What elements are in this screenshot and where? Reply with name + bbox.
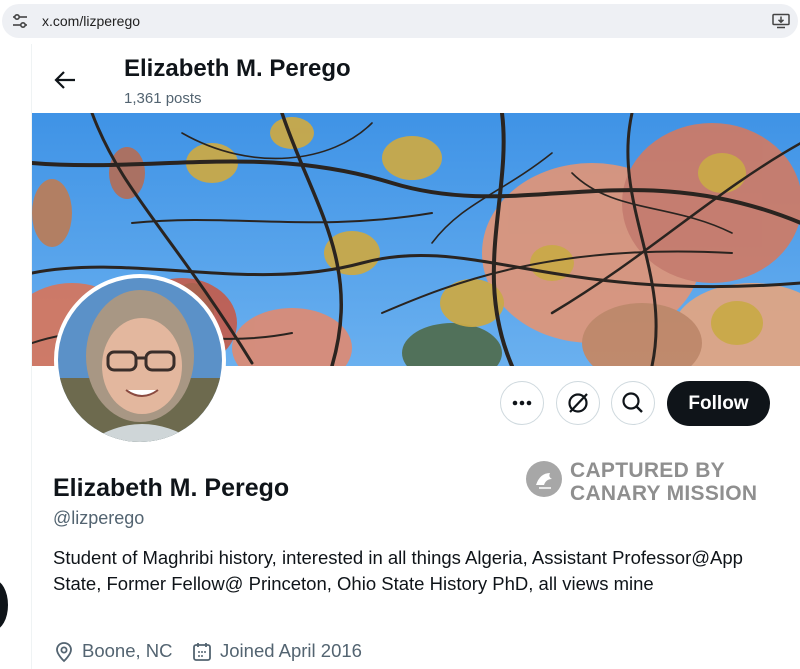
canary-bird-icon	[526, 461, 562, 497]
calendar-icon	[193, 643, 211, 661]
more-options-button[interactable]	[500, 381, 544, 425]
location-pin-icon	[56, 642, 72, 663]
grok-button[interactable]	[556, 381, 600, 425]
profile-header-bar: Elizabeth M. Perego 1,361 posts	[32, 44, 800, 112]
profile-avatar[interactable]	[54, 274, 226, 446]
canary-mission-watermark: CAPTURED BY CANARY MISSION	[526, 457, 786, 507]
profile-name: Elizabeth M. Perego	[53, 474, 290, 502]
back-arrow-icon[interactable]	[54, 70, 76, 90]
search-icon	[622, 392, 643, 413]
floating-button-fragment[interactable]	[0, 580, 8, 630]
avatar-photo	[58, 278, 222, 442]
site-settings-icon[interactable]	[12, 14, 28, 28]
header-name: Elizabeth M. Perego	[124, 55, 351, 82]
header-post-count: 1,361 posts	[124, 90, 202, 107]
address-bar[interactable]: x.com/lizperego	[2, 4, 798, 38]
location-text: Boone, NC	[82, 640, 173, 661]
profile-column: Elizabeth M. Perego 1,361 posts Follow C…	[31, 44, 800, 669]
search-profile-button[interactable]	[611, 381, 655, 425]
browser-bar: x.com/lizperego	[0, 0, 800, 44]
more-dots-icon	[512, 400, 532, 406]
profile-bio: Student of Maghribi history, interested …	[53, 547, 743, 594]
watermark-line-2: CANARY MISSION	[570, 482, 758, 505]
joined-text: Joined April 2016	[220, 640, 362, 661]
install-app-icon[interactable]	[772, 13, 790, 29]
profile-handle: @lizperego	[53, 508, 145, 528]
grok-icon	[568, 393, 588, 413]
follow-button[interactable]: Follow	[667, 381, 770, 426]
watermark-line-1: CAPTURED BY	[570, 459, 725, 482]
url-text[interactable]: x.com/lizperego	[42, 13, 140, 29]
